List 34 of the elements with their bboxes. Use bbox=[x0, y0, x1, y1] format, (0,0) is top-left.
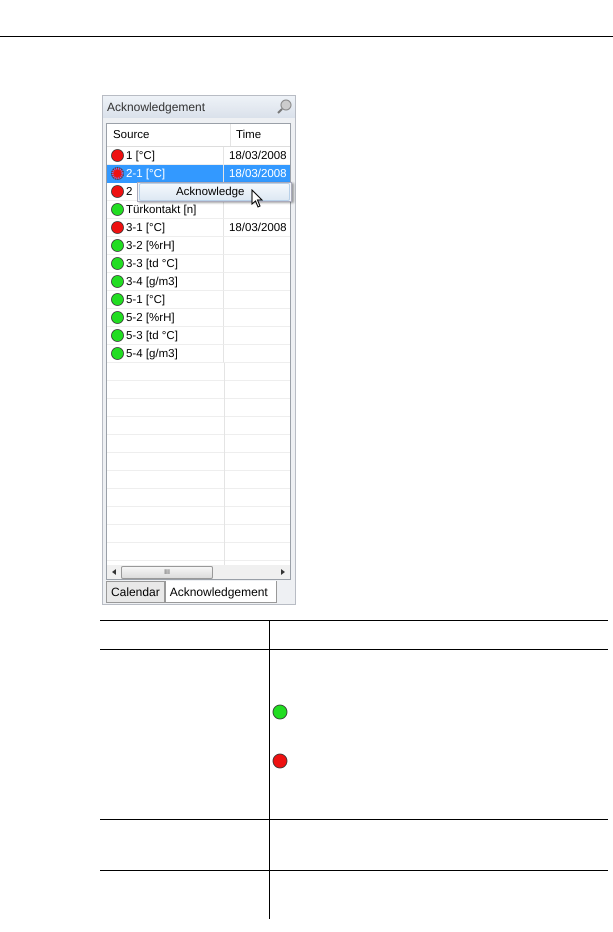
cursor-icon bbox=[251, 189, 264, 209]
status-dot-icon bbox=[111, 311, 124, 324]
source-text: 5-2 [%rH] bbox=[126, 312, 175, 324]
time-text: 18/03/2008 bbox=[229, 168, 287, 180]
status-dot-icon bbox=[111, 221, 124, 234]
status-dot-icon bbox=[111, 185, 124, 198]
status-dot-icon bbox=[111, 293, 124, 306]
source-text: 3-2 [%rH] bbox=[126, 240, 175, 252]
source-text: Türkontakt [n] bbox=[126, 204, 196, 216]
status-dot-icon bbox=[111, 329, 124, 342]
source-text: 2-1 [°C] bbox=[126, 168, 166, 180]
status-dot-icon bbox=[111, 275, 124, 288]
tab[interactable]: Calendar bbox=[106, 581, 165, 603]
source-text: 5-4 [g/m3] bbox=[126, 348, 178, 360]
source-text: 3-3 [td °C] bbox=[126, 258, 178, 270]
panel-title: Acknowledgement bbox=[107, 100, 206, 114]
source-text: 2 bbox=[126, 186, 132, 198]
tab[interactable]: Acknowledgement bbox=[164, 581, 277, 603]
status-dot-icon bbox=[111, 167, 124, 180]
source-text: 1 [°C] bbox=[126, 150, 155, 162]
source-text: 3-1 [°C] bbox=[126, 222, 166, 234]
source-text: 5-3 [td °C] bbox=[126, 330, 178, 342]
source-text: 5-1 [°C] bbox=[126, 294, 166, 306]
status-dot-icon bbox=[111, 239, 124, 252]
status-dot-icon bbox=[111, 149, 124, 162]
source-text: 3-4 [g/m3] bbox=[126, 276, 178, 288]
time-text: 18/03/2008 bbox=[229, 222, 287, 234]
menu-item[interactable]: Acknowledge bbox=[139, 183, 290, 201]
time-text: 18/03/2008 bbox=[229, 150, 287, 162]
status-dot-icon bbox=[111, 347, 124, 360]
status-dot-icon bbox=[111, 203, 124, 216]
status-dot-icon bbox=[272, 753, 288, 769]
status-dot-icon bbox=[272, 704, 288, 720]
status-dot-icon bbox=[111, 257, 124, 270]
